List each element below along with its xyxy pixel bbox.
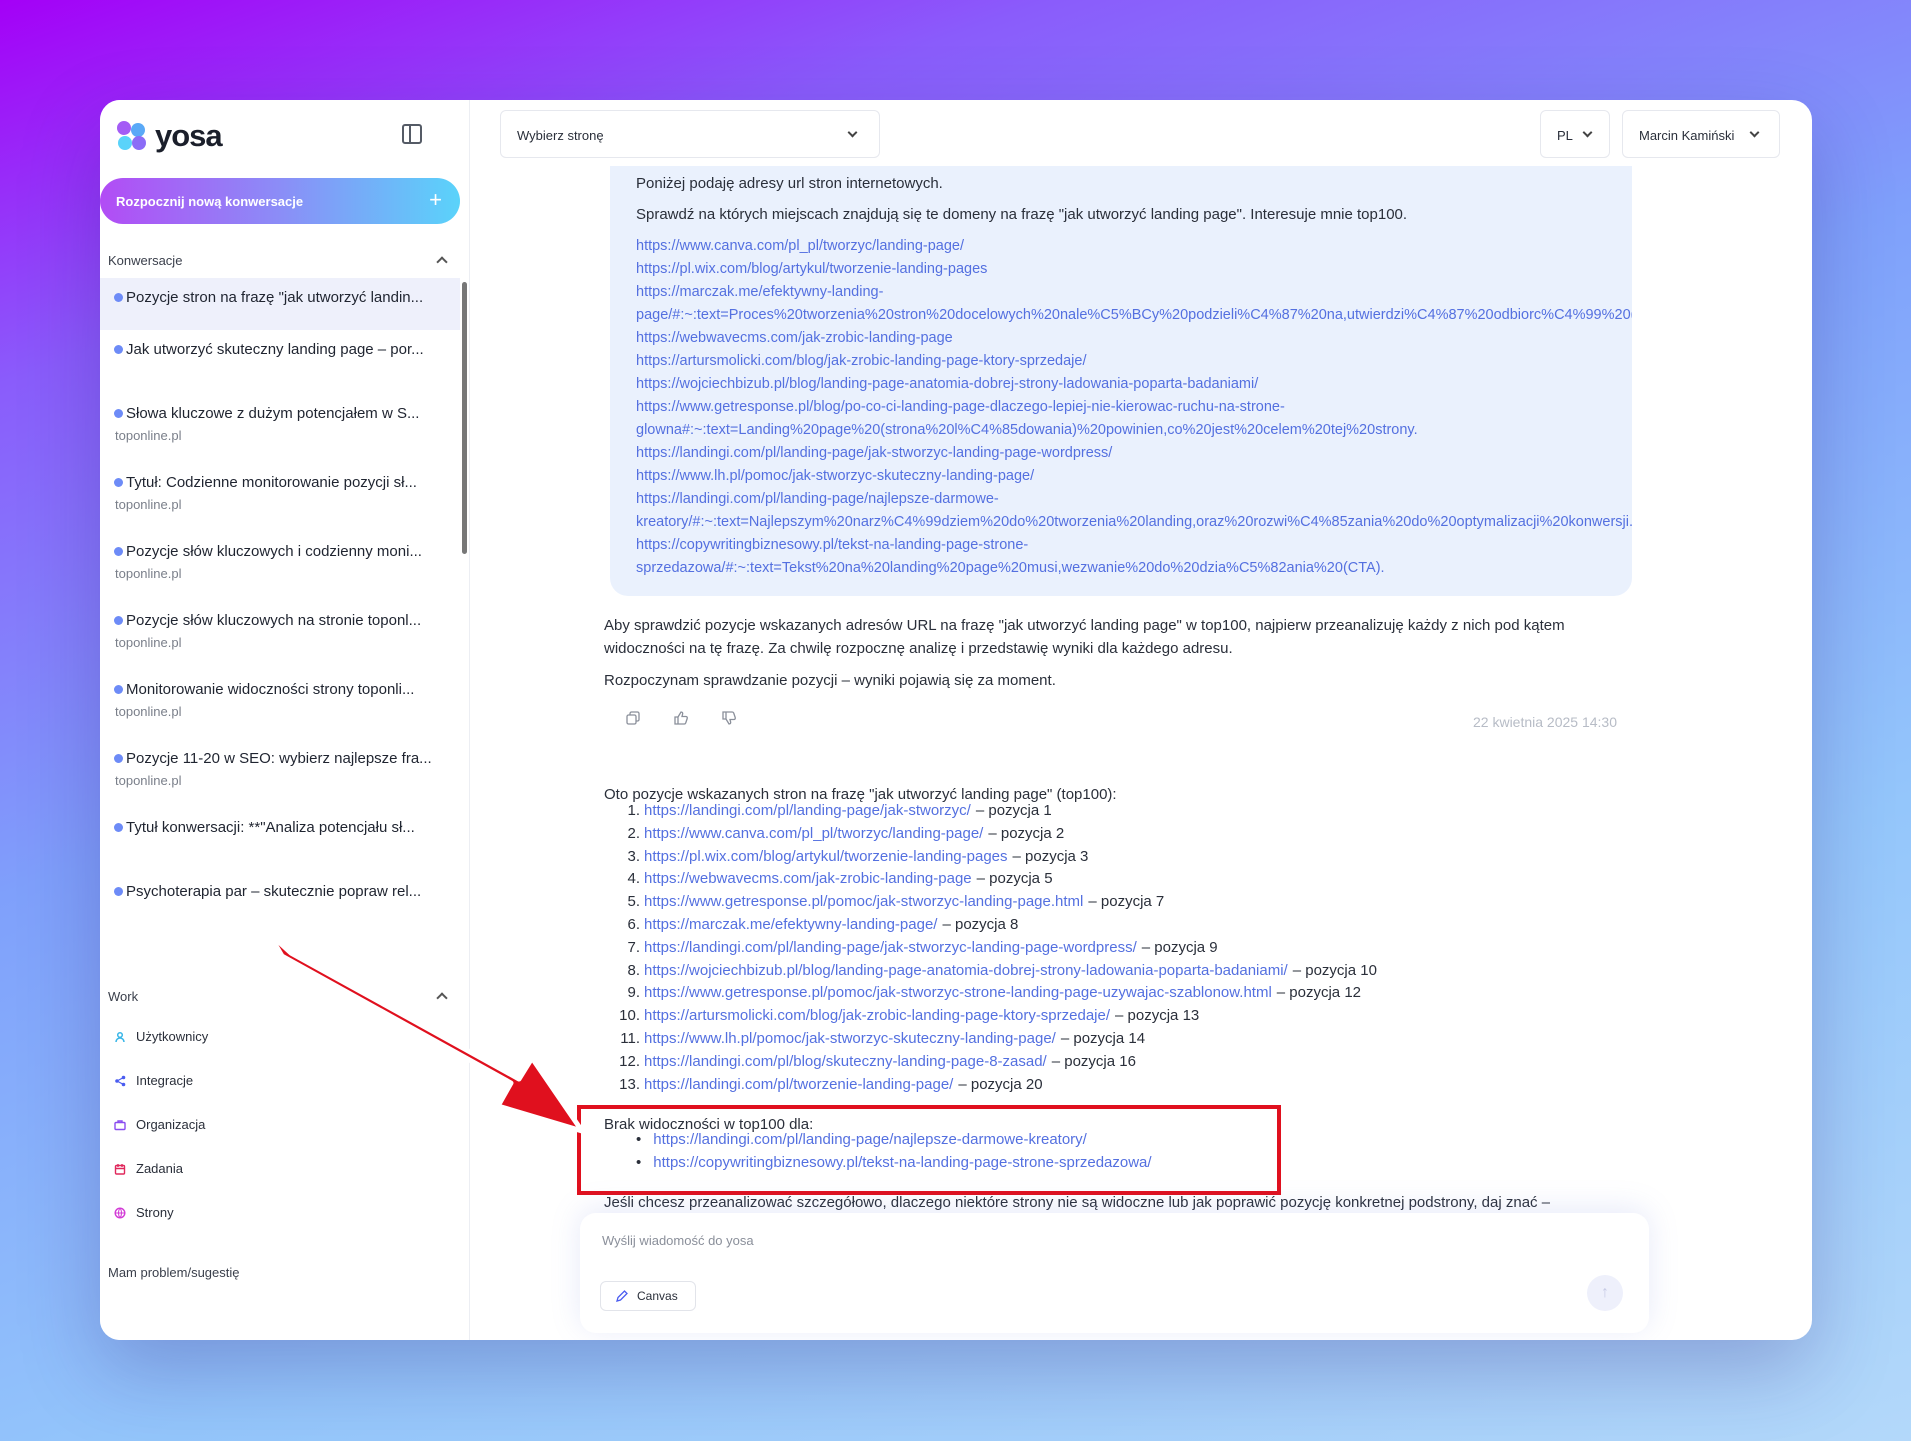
red-arrow-icon <box>265 929 585 1134</box>
